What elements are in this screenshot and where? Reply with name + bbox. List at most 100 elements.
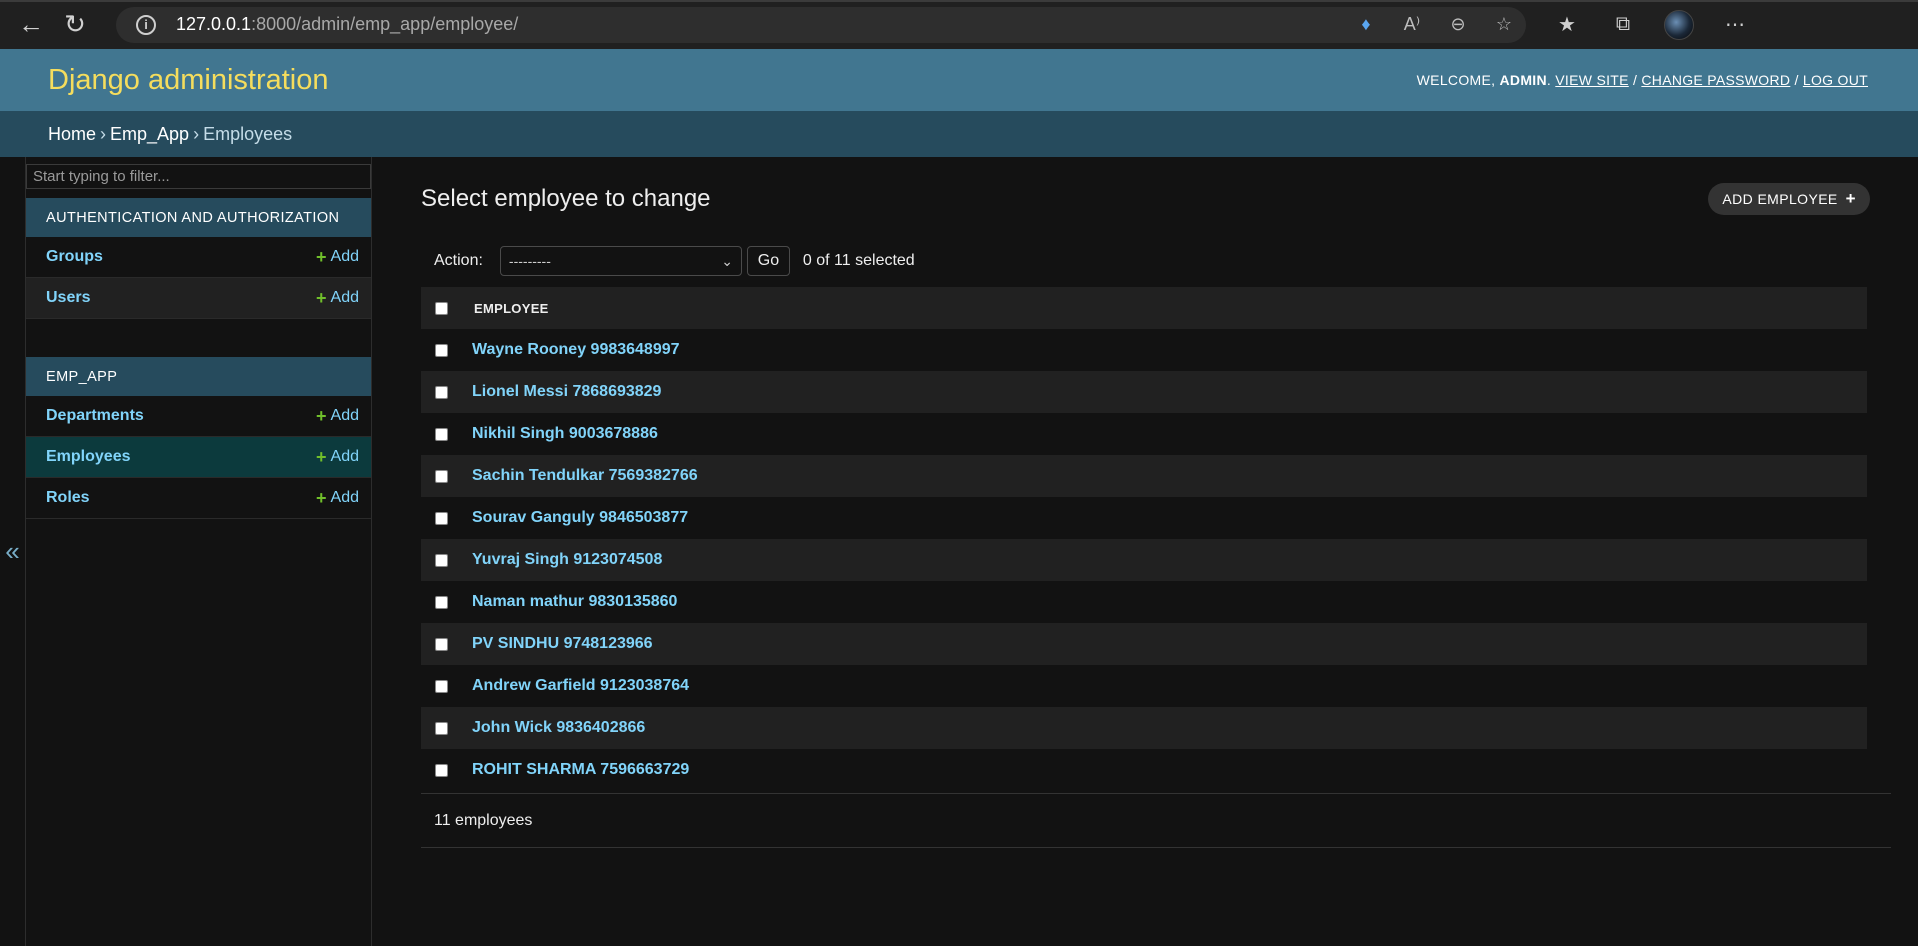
app-caption-auth[interactable]: AUTHENTICATION AND AUTHORIZATION bbox=[26, 198, 371, 237]
chevron-down-icon: ⌄ bbox=[721, 252, 733, 269]
employee-link[interactable]: ROHIT SHARMA 7596663729 bbox=[472, 761, 689, 779]
go-button[interactable]: Go bbox=[746, 246, 790, 276]
table-row: Yuvraj Singh 9123074508 bbox=[421, 539, 1867, 581]
employee-link[interactable]: Nikhil Singh 9003678886 bbox=[472, 425, 658, 443]
employee-link[interactable]: PV SINDHU 9748123966 bbox=[472, 635, 653, 653]
row-checkbox[interactable] bbox=[435, 343, 448, 357]
employee-link[interactable]: Wayne Rooney 9983648997 bbox=[472, 341, 680, 359]
plus-icon: + bbox=[316, 446, 327, 467]
breadcrumb-separator: › bbox=[100, 123, 107, 144]
breadcrumb: Home › Emp_App › Employees bbox=[0, 111, 1918, 157]
profile-avatar[interactable] bbox=[1664, 9, 1694, 40]
app-caption-emp-app[interactable]: EMP_APP bbox=[26, 357, 371, 396]
collections-icon[interactable]: ⧉ bbox=[1608, 13, 1638, 36]
plus-icon: + bbox=[316, 287, 327, 308]
result-list-table: EMPLOYEE Wayne Rooney 9983648997 Lionel … bbox=[421, 287, 1867, 791]
welcome-text: WELCOME, bbox=[1416, 72, 1496, 88]
employee-link[interactable]: John Wick 9836402866 bbox=[472, 719, 645, 737]
breadcrumb-separator: › bbox=[193, 123, 200, 144]
add-users-link[interactable]: + Add bbox=[316, 288, 359, 309]
row-checkbox[interactable] bbox=[435, 595, 448, 609]
employee-link[interactable]: Yuvraj Singh 9123074508 bbox=[472, 551, 662, 569]
select-all-checkbox[interactable] bbox=[435, 301, 448, 315]
sidebar-item-label[interactable]: Groups bbox=[46, 248, 103, 266]
add-departments-link[interactable]: + Add bbox=[316, 406, 359, 427]
price-tag-icon[interactable]: ♦ bbox=[1354, 14, 1378, 35]
employee-link[interactable]: Andrew Garfield 9123038764 bbox=[472, 677, 689, 695]
row-checkbox[interactable] bbox=[435, 721, 448, 735]
table-row: ROHIT SHARMA 7596663729 bbox=[421, 749, 1867, 791]
sidebar-item-employees[interactable]: Employees + Add bbox=[26, 437, 371, 478]
action-label: Action: bbox=[434, 252, 483, 269]
change-password-link[interactable]: CHANGE PASSWORD bbox=[1641, 72, 1790, 88]
employee-link[interactable]: Sachin Tendulkar 7569382766 bbox=[472, 467, 698, 485]
username: ADMIN bbox=[1499, 72, 1547, 88]
sidebar-item-label[interactable]: Roles bbox=[46, 489, 90, 507]
add-employees-link[interactable]: + Add bbox=[316, 447, 359, 468]
url-text[interactable]: 127.0.0.1:8000/admin/emp_app/employee/ bbox=[176, 14, 518, 35]
sidebar-item-label[interactable]: Users bbox=[46, 289, 90, 307]
employee-link[interactable]: Naman mathur 9830135860 bbox=[472, 593, 677, 611]
breadcrumb-home[interactable]: Home bbox=[48, 124, 96, 145]
table-row: Lionel Messi 7868693829 bbox=[421, 371, 1867, 413]
table-row: Naman mathur 9830135860 bbox=[421, 581, 1867, 623]
table-row: Sachin Tendulkar 7569382766 bbox=[421, 455, 1867, 497]
row-checkbox[interactable] bbox=[435, 763, 448, 777]
add-favorite-icon[interactable]: ☆ bbox=[1492, 14, 1516, 35]
zoom-out-icon[interactable]: ⊖ bbox=[1446, 14, 1470, 35]
actions-bar: Action: --------- ⌄ Go 0 of 11 selected bbox=[421, 245, 1891, 277]
row-checkbox[interactable] bbox=[435, 385, 448, 399]
add-groups-link[interactable]: + Add bbox=[316, 247, 359, 268]
address-bar[interactable]: i 127.0.0.1:8000/admin/emp_app/employee/… bbox=[116, 6, 1526, 43]
site-header: Django administration WELCOME, ADMIN. VI… bbox=[0, 49, 1918, 111]
content-main: Select employee to change ADD EMPLOYEE + … bbox=[421, 157, 1891, 848]
window-top-edge bbox=[0, 0, 1918, 2]
user-tools: WELCOME, ADMIN. VIEW SITE / CHANGE PASSW… bbox=[1416, 72, 1868, 88]
row-checkbox[interactable] bbox=[435, 511, 448, 525]
breadcrumb-app[interactable]: Emp_App bbox=[110, 124, 189, 145]
table-row: Sourav Ganguly 9846503877 bbox=[421, 497, 1867, 539]
employee-link[interactable]: Lionel Messi 7868693829 bbox=[472, 383, 661, 401]
plus-icon: + bbox=[316, 405, 327, 426]
browser-toolbar: ← ↻ i 127.0.0.1:8000/admin/emp_app/emplo… bbox=[0, 0, 1918, 49]
table-row: Wayne Rooney 9983648997 bbox=[421, 329, 1867, 371]
plus-icon: + bbox=[1845, 189, 1856, 208]
row-checkbox[interactable] bbox=[435, 637, 448, 651]
log-out-link[interactable]: LOG OUT bbox=[1803, 72, 1868, 88]
sidebar-item-departments[interactable]: Departments + Add bbox=[26, 396, 371, 437]
favorites-icon[interactable]: ★ bbox=[1552, 12, 1582, 37]
row-checkbox[interactable] bbox=[435, 469, 448, 483]
site-info-icon[interactable]: i bbox=[136, 14, 156, 35]
table-header: EMPLOYEE bbox=[421, 287, 1867, 329]
column-header-employee[interactable]: EMPLOYEE bbox=[474, 301, 549, 316]
breadcrumb-current: Employees bbox=[203, 123, 293, 144]
nav-filter-input[interactable]: Start typing to filter... bbox=[26, 164, 371, 189]
table-row: PV SINDHU 9748123966 bbox=[421, 623, 1867, 665]
toggle-sidebar-button[interactable]: « bbox=[0, 157, 26, 946]
site-branding[interactable]: Django administration bbox=[48, 64, 328, 97]
sidebar-item-roles[interactable]: Roles + Add bbox=[26, 478, 371, 519]
paginator: 11 employees bbox=[421, 793, 1891, 848]
plus-icon: + bbox=[316, 246, 327, 267]
more-menu-icon[interactable]: ⋯ bbox=[1720, 12, 1750, 37]
plus-icon: + bbox=[316, 487, 327, 508]
row-checkbox[interactable] bbox=[435, 679, 448, 693]
table-row: Andrew Garfield 9123038764 bbox=[421, 665, 1867, 707]
row-checkbox[interactable] bbox=[435, 553, 448, 567]
reload-icon[interactable]: ↻ bbox=[54, 4, 96, 46]
employee-link[interactable]: Sourav Ganguly 9846503877 bbox=[472, 509, 688, 527]
read-aloud-icon[interactable]: A⁾ bbox=[1400, 14, 1424, 35]
sidebar-item-label[interactable]: Departments bbox=[46, 407, 144, 425]
selection-counter: 0 of 11 selected bbox=[802, 252, 915, 269]
sidebar-item-groups[interactable]: Groups + Add bbox=[26, 237, 371, 278]
table-row: Nikhil Singh 9003678886 bbox=[421, 413, 1867, 455]
view-site-link[interactable]: VIEW SITE bbox=[1555, 72, 1629, 88]
sidebar-item-label[interactable]: Employees bbox=[46, 448, 130, 466]
add-roles-link[interactable]: + Add bbox=[316, 488, 359, 509]
row-checkbox[interactable] bbox=[435, 427, 448, 441]
sidebar-item-users[interactable]: Users + Add bbox=[26, 278, 371, 319]
sidebar-nav: Start typing to filter... AUTHENTICATION… bbox=[26, 157, 372, 946]
add-employee-button[interactable]: ADD EMPLOYEE + bbox=[1708, 183, 1870, 215]
back-arrow-icon[interactable]: ← bbox=[10, 4, 52, 46]
action-select[interactable]: --------- ⌄ bbox=[499, 246, 742, 276]
